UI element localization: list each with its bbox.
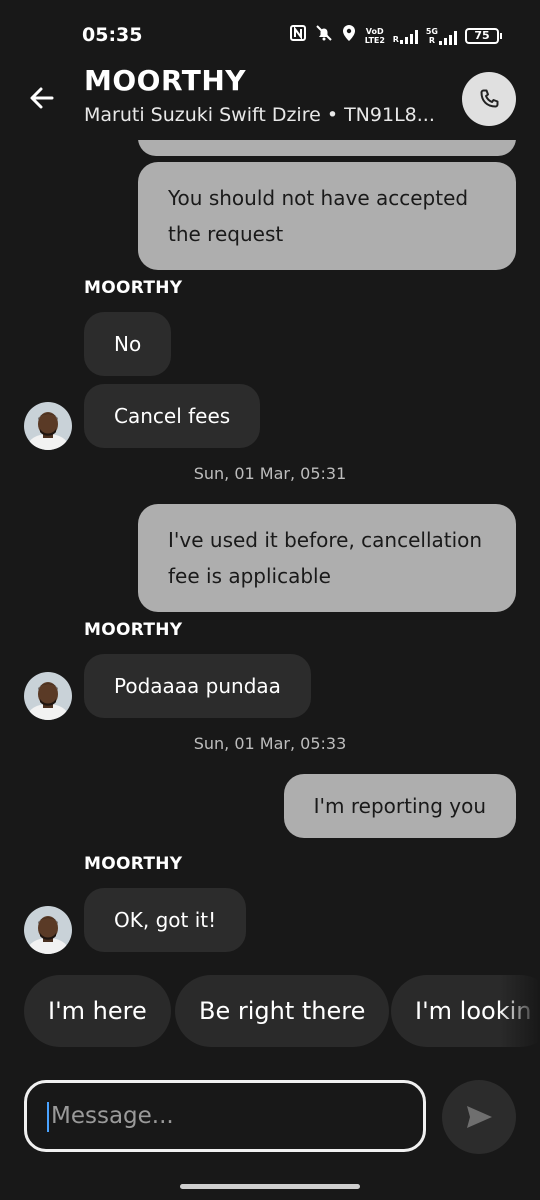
sender-label: MOORTHY	[84, 854, 183, 874]
message-bubble-incoming[interactable]: OK, got it!	[84, 888, 247, 952]
send-icon	[467, 1106, 492, 1128]
roaming-label: R	[392, 34, 399, 44]
mute-icon	[315, 24, 333, 47]
scroll-fade	[500, 975, 540, 1047]
back-button[interactable]	[22, 78, 62, 118]
status-time: 05:35	[82, 24, 143, 46]
message-bubble-incoming[interactable]: Cancel fees	[84, 384, 261, 448]
avatar	[24, 906, 72, 954]
chat-header: MOORTHY Maruti Suzuki Swift Dzire • TN91…	[0, 60, 540, 140]
avatar	[24, 672, 72, 720]
arrow-left-icon	[30, 87, 54, 109]
message-input-box[interactable]: Message...	[24, 1080, 426, 1152]
chat-thread[interactable]: You should not have accepted the request…	[0, 140, 540, 970]
home-indicator[interactable]	[180, 1184, 360, 1189]
network-5g-label: 5G	[425, 26, 438, 36]
nfc-icon	[289, 24, 307, 47]
message-bubble-incoming[interactable]: Podaaaa pundaa	[84, 654, 311, 718]
quick-reply-chip[interactable]: I'm here	[24, 975, 171, 1047]
avatar	[24, 402, 72, 450]
vehicle-info: Maruti Suzuki Swift Dzire • TN91L8...	[84, 104, 435, 126]
message-bubble-partial	[138, 140, 516, 156]
signal-icon: R	[393, 28, 418, 44]
5g-signal-icon: 5G R	[426, 27, 457, 45]
status-icons: VoD LTE2 R 5G R 75	[289, 24, 502, 47]
message-timestamp: Sun, 01 Mar, 05:31	[193, 464, 347, 483]
message-bubble-outgoing[interactable]: You should not have accepted the request	[138, 162, 516, 270]
quick-reply-chip[interactable]: Be right there	[175, 975, 390, 1047]
location-icon	[341, 24, 357, 47]
quick-replies[interactable]: I'm here Be right there I'm lookin	[0, 975, 540, 1047]
message-bubble-outgoing[interactable]: I've used it before, cancellation fee is…	[138, 504, 516, 612]
send-button[interactable]	[442, 1080, 516, 1154]
contact-name: MOORTHY	[84, 64, 247, 97]
message-text-line: You should not have accepted	[168, 186, 469, 210]
message-timestamp: Sun, 01 Mar, 05:33	[193, 734, 347, 753]
sender-label: MOORTHY	[84, 620, 183, 640]
volte-icon: VoD LTE2	[364, 26, 385, 45]
message-text-line: fee is applicable	[168, 564, 331, 588]
text-cursor	[47, 1102, 49, 1132]
sender-label: MOORTHY	[84, 278, 183, 298]
call-button[interactable]	[462, 72, 516, 126]
battery-level: 75	[465, 27, 499, 44]
roaming-label-2: R	[428, 35, 436, 45]
battery-icon: 75	[465, 27, 502, 44]
status-bar: 05:35 VoD LTE2 R 5G R 75	[0, 0, 540, 60]
message-input[interactable]: Message...	[51, 1083, 174, 1149]
message-bubble-incoming[interactable]: No	[84, 312, 172, 376]
message-bubble-outgoing[interactable]: I'm reporting you	[283, 774, 516, 838]
message-text-line: the request	[168, 222, 284, 246]
message-text-line: I've used it before, cancellation	[168, 528, 483, 552]
phone-icon	[480, 89, 499, 108]
